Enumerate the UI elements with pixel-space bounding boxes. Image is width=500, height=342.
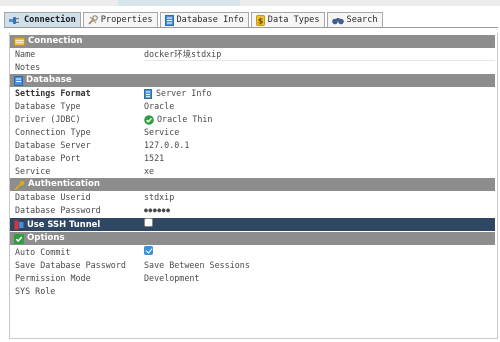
field-database-type-label: Database Type bbox=[15, 101, 81, 111]
field-service-row[interactable]: Service xe bbox=[10, 165, 495, 178]
field-database-userid-value[interactable]: stdxip bbox=[144, 191, 174, 204]
field-settings-format-text: Server Info bbox=[156, 88, 212, 98]
svg-text:$: $ bbox=[257, 16, 263, 25]
folder-icon bbox=[14, 37, 25, 46]
section-database-header[interactable]: Database bbox=[10, 74, 495, 87]
field-permission-mode-value[interactable]: Development bbox=[144, 272, 199, 285]
field-connection-type-label: Connection Type bbox=[15, 127, 91, 137]
tab-data-types-label: Data Types bbox=[267, 15, 320, 25]
ssh-tunnel-icon bbox=[14, 220, 24, 230]
field-database-password-row[interactable]: Database Password ●●●●●● bbox=[10, 204, 495, 217]
field-save-database-password-label: Save Database Password bbox=[15, 260, 126, 270]
check-icon bbox=[14, 233, 24, 244]
field-connection-type-row[interactable]: Connection Type Service bbox=[10, 126, 495, 139]
field-name-row[interactable]: Name docker环境stdxip bbox=[10, 48, 495, 61]
field-auto-commit-row[interactable]: Auto Commit bbox=[10, 246, 495, 259]
auto-commit-checkbox[interactable] bbox=[144, 246, 153, 255]
tab-data-types[interactable]: $ Data Types bbox=[250, 12, 325, 27]
field-database-server-row[interactable]: Database Server 127.0.0.1 bbox=[10, 139, 495, 152]
section-connection-header[interactable]: Connection bbox=[10, 35, 495, 48]
field-database-password-label: Database Password bbox=[15, 205, 101, 215]
window-top-strip bbox=[0, 0, 500, 6]
field-permission-mode-row[interactable]: Permission Mode Development bbox=[10, 272, 495, 285]
section-authentication-title: Authentication bbox=[28, 179, 100, 189]
plug-icon bbox=[9, 16, 21, 25]
field-driver-row[interactable]: Driver (JDBC) Oracle Thin bbox=[10, 113, 495, 126]
field-database-userid-label: Database Userid bbox=[15, 192, 91, 202]
section-database-title: Database bbox=[26, 75, 72, 85]
field-service-value[interactable]: xe bbox=[144, 165, 154, 178]
field-database-userid-row[interactable]: Database Userid stdxip bbox=[10, 191, 495, 204]
field-database-server-label: Database Server bbox=[15, 140, 91, 150]
field-sys-role-label: SYS Role bbox=[15, 286, 56, 296]
field-save-database-password-row[interactable]: Save Database Password Save Between Sess… bbox=[10, 259, 495, 272]
database-icon bbox=[14, 75, 23, 86]
database-info-icon bbox=[164, 14, 174, 26]
tab-bar: Connection Properties Database Info $ Da… bbox=[4, 10, 498, 28]
tab-properties[interactable]: Properties bbox=[82, 12, 158, 27]
server-info-icon bbox=[144, 88, 152, 99]
tab-properties-label: Properties bbox=[100, 15, 153, 25]
field-database-port-label: Database Port bbox=[15, 153, 81, 163]
field-permission-mode-label: Permission Mode bbox=[15, 273, 91, 283]
field-notes-label: Notes bbox=[15, 62, 41, 72]
tab-search-label: Search bbox=[346, 15, 378, 25]
field-sys-role-row[interactable]: SYS Role bbox=[10, 285, 495, 298]
field-database-port-row[interactable]: Database Port 1521 bbox=[10, 152, 495, 165]
field-service-label: Service bbox=[15, 166, 51, 176]
use-ssh-tunnel-checkbox[interactable] bbox=[144, 218, 153, 227]
check-circle-icon bbox=[144, 114, 154, 125]
field-database-port-value[interactable]: 1521 bbox=[144, 152, 164, 165]
tab-database-info[interactable]: Database Info bbox=[159, 12, 249, 27]
field-name-label: Name bbox=[15, 49, 36, 59]
field-driver-label: Driver (JDBC) bbox=[15, 114, 81, 124]
field-save-database-password-value[interactable]: Save Between Sessions bbox=[144, 259, 250, 272]
key-icon bbox=[14, 180, 25, 190]
field-use-ssh-tunnel-row[interactable]: Use SSH Tunnel bbox=[10, 218, 495, 231]
field-database-type-value[interactable]: Oracle bbox=[144, 100, 174, 113]
field-settings-format-label: Settings Format bbox=[15, 88, 91, 98]
field-use-ssh-tunnel-label: Use SSH Tunnel bbox=[27, 219, 101, 229]
data-types-icon: $ bbox=[255, 14, 265, 26]
field-database-password-value[interactable]: ●●●●●● bbox=[144, 204, 170, 217]
field-database-server-value[interactable]: 127.0.0.1 bbox=[144, 139, 189, 152]
field-connection-type-value[interactable]: Service bbox=[144, 126, 179, 139]
section-options-header[interactable]: Options bbox=[10, 232, 495, 245]
field-database-type-row[interactable]: Database Type Oracle bbox=[10, 100, 495, 113]
tab-connection[interactable]: Connection bbox=[4, 12, 81, 27]
connection-properties-panel: Connection Name docker环境stdxip Notes Dat… bbox=[9, 33, 498, 339]
section-authentication-header[interactable]: Authentication bbox=[10, 178, 495, 191]
top-strip-accent bbox=[118, 0, 240, 6]
tab-connection-label: Connection bbox=[24, 15, 76, 25]
tab-database-info-label: Database Info bbox=[176, 15, 244, 25]
tab-search[interactable]: Search bbox=[326, 12, 383, 27]
section-connection-title: Connection bbox=[28, 36, 83, 46]
binoculars-icon bbox=[331, 16, 344, 25]
field-settings-format-row[interactable]: Settings Format Server Info bbox=[10, 87, 495, 100]
field-driver-value[interactable]: Oracle Thin bbox=[144, 113, 212, 126]
section-options-title: Options bbox=[27, 233, 65, 243]
field-settings-format-value[interactable]: Server Info bbox=[144, 87, 211, 100]
field-driver-text: Oracle Thin bbox=[157, 114, 213, 124]
field-notes-row[interactable]: Notes bbox=[10, 61, 495, 74]
field-auto-commit-label: Auto Commit bbox=[15, 247, 71, 257]
wrench-icon bbox=[88, 15, 98, 25]
